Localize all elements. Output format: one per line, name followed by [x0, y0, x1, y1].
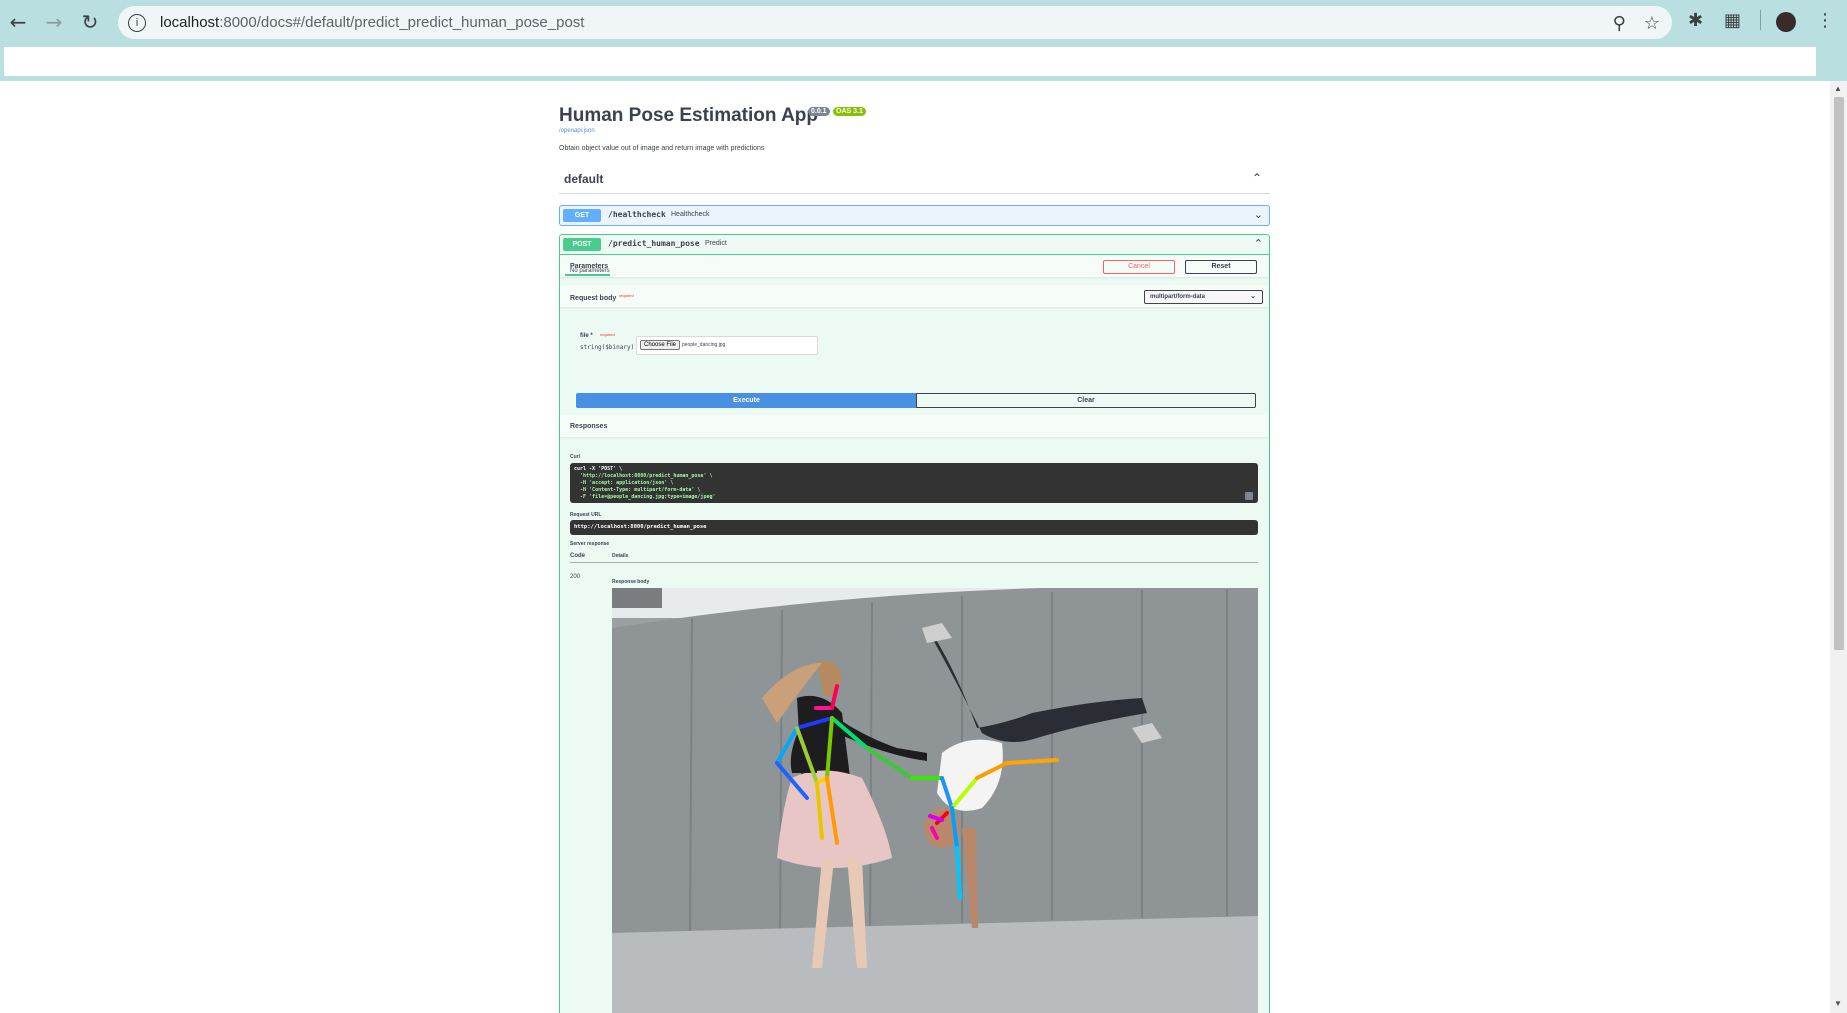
profile-avatar[interactable]	[1776, 12, 1796, 32]
toolbar-divider	[1760, 10, 1761, 30]
cancel-button[interactable]: Cancel	[1103, 260, 1175, 274]
version-badge: 0.0.1	[808, 107, 830, 116]
operation-path: /predict_human_pose	[608, 239, 700, 248]
address-bar[interactable]: i localhost:8000/docs#/default/predict_p…	[118, 6, 1672, 39]
operation-summary: Healthcheck	[671, 211, 710, 218]
request-url-label: Request URL	[570, 512, 602, 518]
bookmarks-area	[4, 47, 1816, 76]
url-text[interactable]: localhost:8000/docs#/default/predict_pre…	[160, 14, 584, 31]
curl-label: Curl	[570, 454, 580, 460]
file-input[interactable]: Choose File people_dancing.jpg	[636, 336, 818, 355]
response-image	[612, 588, 1258, 1013]
choose-file-button[interactable]: Choose File	[640, 340, 681, 350]
operation-get-healthcheck[interactable]: GET /healthcheck Healthcheck ⌄	[559, 205, 1270, 226]
code-header: Code	[570, 553, 585, 559]
tab-underline	[565, 274, 610, 276]
responses-label: Responses	[570, 423, 608, 430]
file-param-type: string($binary)	[580, 344, 635, 351]
curl-code-block: curl -X 'POST' \ 'http://localhost:8000/…	[570, 463, 1258, 503]
chosen-file-name: people_dancing.jpg	[682, 342, 726, 348]
extensions-puzzle-icon[interactable]: ▦	[1724, 10, 1741, 31]
chevron-up-icon[interactable]: ⌃	[1254, 237, 1263, 250]
api-description: Obtain object value out of image and ret…	[559, 145, 765, 152]
tag-name: default	[564, 172, 604, 186]
responses-header: Responses	[560, 415, 1269, 437]
copy-icon[interactable]	[1245, 492, 1253, 500]
request-body-label: Request body	[570, 295, 617, 302]
site-info-icon[interactable]: i	[128, 13, 146, 32]
operation-header[interactable]: POST /predict_human_pose Predict ⌃	[560, 235, 1269, 255]
chevron-down-icon: ⌄	[1250, 293, 1256, 300]
forward-icon[interactable]: →	[42, 10, 66, 34]
response-code: 200	[570, 574, 581, 580]
operation-summary: Predict	[705, 240, 727, 247]
response-body-label: Response body	[612, 579, 650, 585]
zoom-icon[interactable]: ⚲	[1613, 13, 1626, 34]
pose-prediction-image	[612, 588, 1258, 1013]
browser-toolbar: ← → ↻ i localhost:8000/docs#/default/pre…	[0, 0, 1847, 44]
content-type-select[interactable]: multipart/form-data ⌄	[1144, 290, 1263, 304]
request-url-block: http://localhost:8000/predict_human_pose	[570, 520, 1258, 535]
extension-bug-icon[interactable]: ✱	[1688, 10, 1703, 31]
method-badge-post: POST	[563, 238, 601, 251]
page-title: Human Pose Estimation App	[559, 105, 818, 126]
menu-kebab-icon[interactable]: ⋮	[1816, 10, 1834, 31]
oas-badge: OAS 3.1	[833, 107, 866, 116]
page-content: Human Pose Estimation App 0.0.1 OAS 3.1 …	[0, 81, 1830, 1013]
reset-button[interactable]: Reset	[1185, 260, 1257, 274]
bookmark-star-icon[interactable]: ☆	[1644, 13, 1660, 34]
operation-post-predict: POST /predict_human_pose Predict ⌃ Param…	[559, 234, 1270, 1013]
scrollbar-thumb[interactable]	[1834, 97, 1844, 650]
curl-command[interactable]: curl -X 'POST' \ 'http://localhost:8000/…	[574, 466, 715, 501]
server-response-label: Server response	[570, 541, 610, 547]
request-url[interactable]: http://localhost:8000/predict_human_pose	[574, 524, 706, 530]
chevron-down-icon[interactable]: ⌄	[1254, 208, 1263, 221]
back-icon[interactable]: ←	[6, 10, 30, 34]
scroll-up-icon[interactable]: ▲	[1834, 84, 1842, 93]
file-param-label: file *	[580, 333, 593, 339]
tag-default-header[interactable]: default ⌃	[559, 169, 1270, 194]
required-marker: required	[619, 293, 634, 298]
chevron-up-icon[interactable]: ⌃	[1252, 171, 1262, 185]
reload-icon[interactable]: ↻	[78, 10, 102, 34]
execute-button[interactable]: Execute	[576, 393, 917, 408]
file-required-marker: required	[600, 332, 615, 337]
operation-path: /healthcheck	[608, 210, 666, 219]
page-scrollbar[interactable]: ▲ ▼	[1830, 81, 1847, 1013]
bookmarks-bar	[0, 44, 1847, 81]
openapi-json-link[interactable]: /openapi.json	[559, 128, 595, 134]
parameters-header: Parameters Cancel Reset	[560, 255, 1269, 277]
no-parameters-text: No parameters	[570, 268, 610, 274]
scroll-down-icon[interactable]: ▼	[1834, 999, 1842, 1008]
clear-button[interactable]: Clear	[916, 393, 1256, 408]
method-badge-get: GET	[563, 209, 601, 222]
details-header: Details	[612, 553, 629, 559]
response-table-header: Code Details	[570, 553, 1258, 563]
